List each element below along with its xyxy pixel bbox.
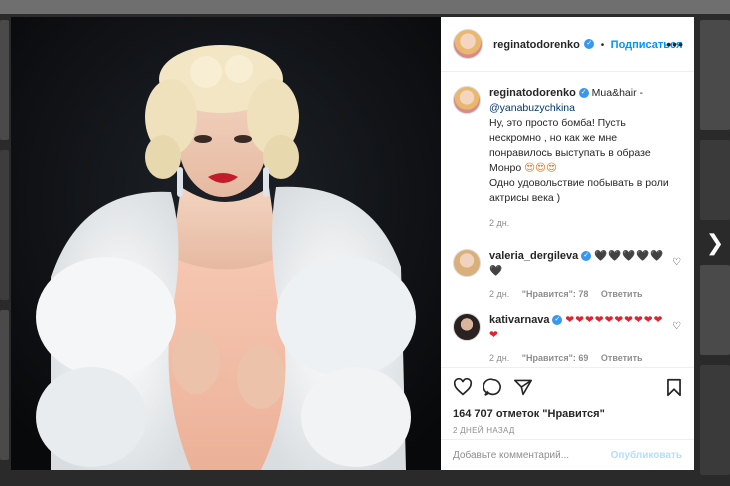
background-thumbnail (0, 20, 9, 140)
comment-meta: 2 дн. "Нравится": 78 Ответить (489, 287, 669, 302)
caption-meta: 2 дн. (489, 216, 669, 231)
post-side-panel: reginatodorenko ✓ • Подписаться ••• regi… (441, 17, 694, 470)
post-actions-bar: 164 707 отметок "Нравится" 2 ДНЕЙ НАЗАД (441, 367, 694, 440)
caption-avatar[interactable] (453, 86, 481, 114)
comment-reply-button[interactable]: Ответить (601, 353, 643, 363)
share-icon[interactable] (513, 378, 533, 396)
background-thumbnail (0, 150, 9, 300)
likes-count[interactable]: 164 707 отметок "Нравится" (453, 408, 605, 420)
background-thumbnail (700, 20, 730, 130)
caption-time[interactable]: 2 дн. (489, 218, 509, 228)
bookmark-icon[interactable] (666, 378, 682, 397)
author-username[interactable]: reginatodorenko (493, 39, 580, 51)
separator-dot: • (600, 40, 605, 51)
caption-body: reginatodorenko ✓ Mua&hair - @yanabuzych… (489, 86, 669, 231)
post-header: reginatodorenko ✓ • Подписаться ••• (441, 17, 694, 72)
background-thumbnail (0, 310, 9, 460)
background-header-strip (0, 0, 730, 14)
comment-meta: 2 дн. "Нравится": 69 Ответить (489, 351, 669, 366)
author-line: reginatodorenko ✓ • Подписаться (493, 35, 683, 53)
comment-time[interactable]: 2 дн. (489, 353, 509, 363)
caption: reginatodorenko ✓ Mua&hair - @yanabuzych… (453, 86, 678, 231)
caption-text-end: Одно удовольствие побывать в роли актрис… (489, 177, 669, 204)
comment-likes-count[interactable]: "Нравится": 69 (522, 353, 589, 363)
comment-avatar[interactable] (453, 313, 481, 341)
heart-icon[interactable] (453, 378, 473, 396)
background-thumbnail (700, 365, 730, 475)
post-age[interactable]: 2 ДНЕЙ НАЗАД (453, 426, 515, 435)
author-avatar[interactable] (453, 29, 483, 59)
publish-button[interactable]: Опубликовать (611, 450, 682, 461)
comment-body: kativarnava ✓ ❤❤❤❤❤❤❤❤❤❤❤ 2 дн. "Нравитс… (489, 313, 681, 366)
post-photo[interactable] (11, 17, 441, 470)
comment-like-heart-icon[interactable]: ♡ (672, 319, 681, 334)
add-comment-bar: Добавьте комментарий... Опубликовать (441, 439, 694, 471)
comment-username[interactable]: kativarnava (489, 314, 550, 326)
post-modal: reginatodorenko ✓ • Подписаться ••• regi… (11, 17, 694, 470)
caption-emojis: 😍😍😍 (524, 162, 557, 174)
comment-likes-count[interactable]: "Нравится": 78 (522, 289, 589, 299)
comment-body: valeria_dergileva ✓ 🖤🖤🖤🖤🖤🖤 2 дн. "Нравит… (489, 249, 681, 302)
caption-username[interactable]: reginatodorenko (489, 87, 576, 99)
verified-badge-icon: ✓ (578, 88, 589, 99)
more-options-icon[interactable]: ••• (666, 36, 684, 52)
comment-like-heart-icon[interactable]: ♡ (672, 255, 681, 270)
chevron-right-icon[interactable]: ❯ (704, 232, 726, 254)
caption-mention-link[interactable]: @yanabuzychkina (489, 102, 575, 114)
background-thumbnail (700, 140, 730, 220)
verified-badge-icon: ✓ (552, 315, 563, 326)
caption-text-line1: Mua&hair - (591, 87, 643, 99)
background-thumbnail (700, 265, 730, 355)
comments-list[interactable]: reginatodorenko ✓ Mua&hair - @yanabuzych… (441, 72, 694, 367)
verified-badge-icon: ✓ (581, 251, 592, 262)
comment-avatar[interactable] (453, 249, 481, 277)
comment-time[interactable]: 2 дн. (489, 289, 509, 299)
caption-text-main: Ну, это просто бомба! Пусть нескромно , … (489, 117, 651, 174)
comment-item: valeria_dergileva ✓ 🖤🖤🖤🖤🖤🖤 2 дн. "Нравит… (453, 249, 681, 302)
comment-username[interactable]: valeria_dergileva (489, 250, 578, 262)
comment-icon[interactable] (483, 378, 503, 396)
comment-input[interactable]: Добавьте комментарий... (453, 450, 569, 461)
comment-item: kativarnava ✓ ❤❤❤❤❤❤❤❤❤❤❤ 2 дн. "Нравитс… (453, 313, 681, 366)
post-image-illustration (11, 17, 441, 470)
comment-reply-button[interactable]: Ответить (601, 289, 643, 299)
verified-badge-icon: ✓ (584, 38, 595, 49)
